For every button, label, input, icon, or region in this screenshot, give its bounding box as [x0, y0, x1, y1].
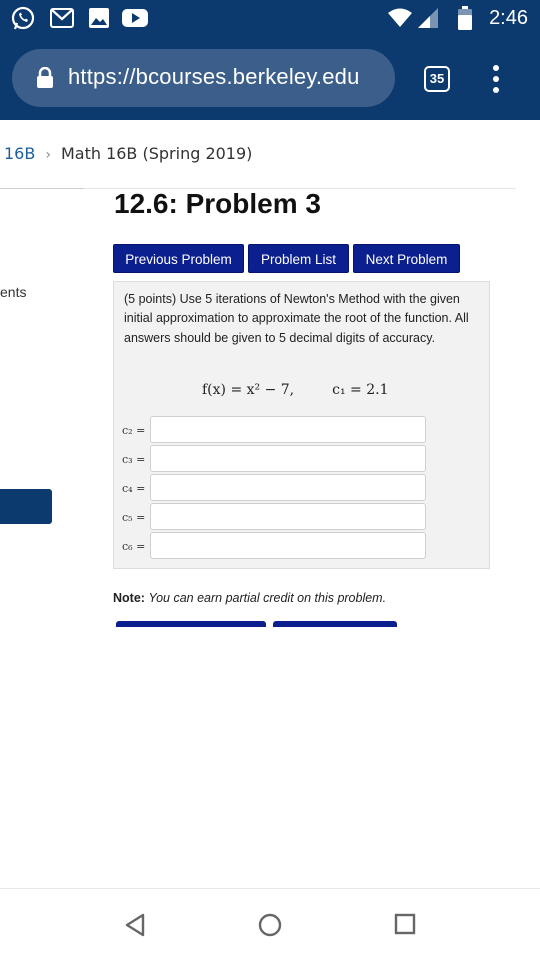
answer-input-c3[interactable] [150, 445, 426, 472]
lock-icon [37, 67, 53, 88]
breadcrumb-separator-icon: › [45, 147, 51, 163]
whatsapp-icon [11, 6, 35, 30]
answer-label: c₃ = [122, 453, 146, 466]
answer-label: c₅ = [122, 511, 146, 524]
breadcrumb: 16B › Math 16B (Spring 2019) [4, 144, 252, 163]
divider [0, 188, 84, 189]
battery-icon [458, 6, 472, 30]
previous-problem-button[interactable]: Previous Problem [113, 244, 244, 273]
status-bar: 2:46 [0, 0, 540, 36]
preview-button-partial[interactable] [273, 621, 397, 627]
clock: 2:46 [489, 7, 528, 29]
system-nav-bar [0, 888, 540, 961]
gmail-icon [50, 8, 74, 28]
url-text: https://bcourses.berkeley.edu [68, 64, 360, 89]
note-label: Note: [113, 591, 145, 605]
note-text: You can earn partial credit on this prob… [148, 591, 387, 605]
answer-input-c6[interactable] [150, 532, 426, 559]
partial-credit-note: Note: You can earn partial credit on thi… [113, 591, 386, 605]
page-title: 12.6: Problem 3 [114, 188, 321, 219]
back-icon[interactable] [124, 913, 146, 937]
sidebar-item-partial[interactable]: ents [0, 284, 26, 300]
formula-function: f(x) = x² − 7, [202, 382, 295, 398]
problem-formula: f(x) = x² − 7, c₁ = 2.1 [202, 382, 389, 398]
wifi-icon [388, 8, 412, 27]
recents-icon[interactable] [394, 913, 416, 935]
answer-input-c4[interactable] [150, 474, 426, 501]
breadcrumb-current[interactable]: Math 16B (Spring 2019) [61, 144, 252, 163]
answer-label: c₂ = [122, 424, 146, 437]
image-icon [89, 8, 109, 28]
overflow-menu-icon[interactable] [493, 65, 499, 98]
browser-toolbar: https://bcourses.berkeley.edu 35 [0, 36, 540, 120]
formula-initial-value: c₁ = 2.1 [332, 382, 389, 398]
url-bar[interactable]: https://bcourses.berkeley.edu [12, 49, 395, 107]
signal-icon [418, 8, 438, 28]
sidebar-button-partial[interactable] [0, 489, 52, 524]
answer-input-c2[interactable] [150, 416, 426, 443]
submit-button-partial[interactable] [116, 621, 266, 627]
answer-input-c5[interactable] [150, 503, 426, 530]
youtube-icon [122, 9, 148, 27]
answer-label: c₆ = [122, 540, 146, 553]
problem-text: (5 points) Use 5 iterations of Newton's … [124, 292, 469, 345]
problem-list-button[interactable]: Problem List [248, 244, 349, 273]
home-icon[interactable] [258, 913, 282, 937]
tab-switcher-button[interactable]: 35 [424, 66, 450, 92]
next-problem-button[interactable]: Next Problem [353, 244, 460, 273]
breadcrumb-course-link[interactable]: 16B [4, 144, 35, 163]
answer-label: c₄ = [122, 482, 146, 495]
problem-box: (5 points) Use 5 iterations of Newton's … [113, 281, 490, 569]
